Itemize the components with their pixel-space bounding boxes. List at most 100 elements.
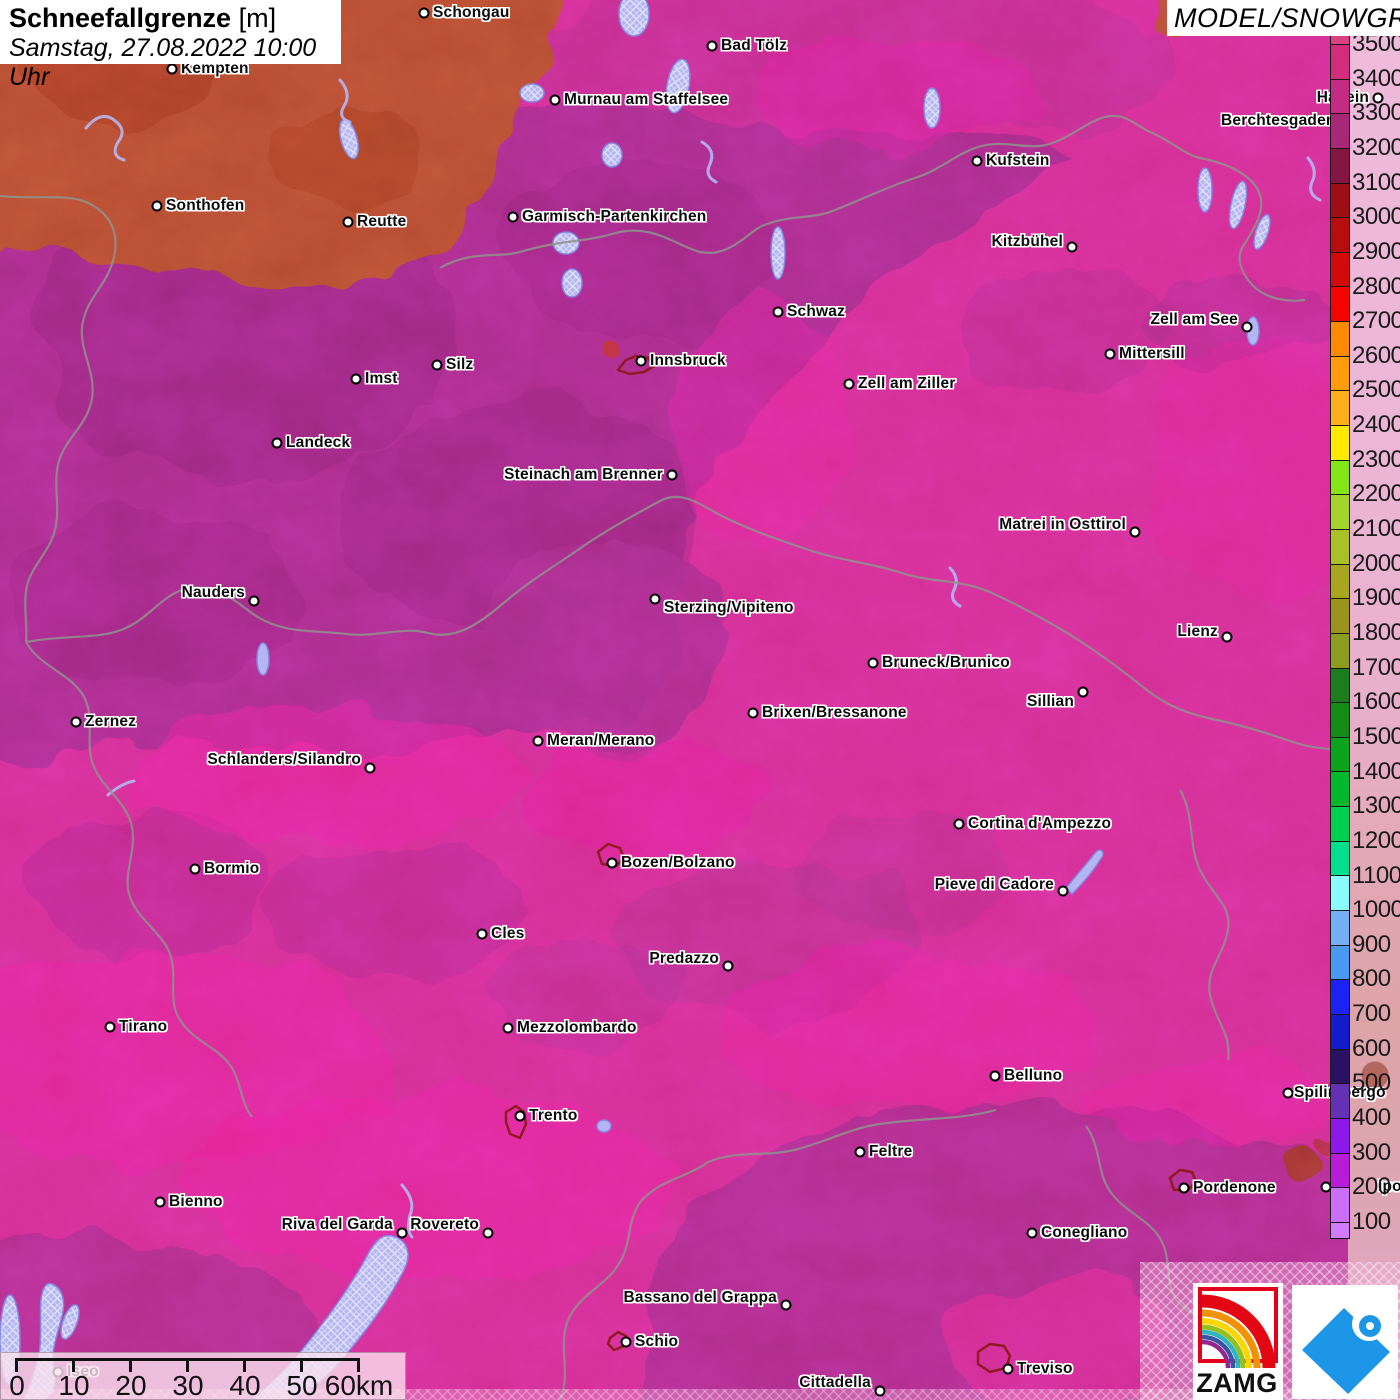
colorbar-segment: [1331, 1119, 1349, 1154]
city-label: Zell am Ziller: [858, 375, 956, 393]
colorbar-tick-label: 1100: [1352, 862, 1400, 890]
city-dot: [954, 819, 965, 830]
city-dot: [1130, 527, 1141, 538]
colorbar-tick-label: 1800: [1352, 619, 1400, 647]
city-label: Matrei in Osttirol: [999, 516, 1126, 534]
city-dot: [1105, 349, 1116, 360]
colorbar-segment: [1331, 738, 1349, 773]
city-label: Lienz: [1177, 623, 1218, 641]
city-label: Berchtesgaden: [1221, 112, 1336, 130]
city-label: Trento: [529, 1107, 578, 1125]
city-dot: [707, 41, 718, 52]
colorbar-segment: [1331, 149, 1349, 184]
city-dot: [844, 379, 855, 390]
city-dot: [365, 763, 376, 774]
title-parameter: Schneefallgrenze: [9, 3, 231, 33]
city-label: Reutte: [357, 213, 406, 231]
colorbar-tick-label: 2500: [1352, 376, 1400, 404]
city-dot: [748, 708, 759, 719]
colorbar-tick-label: 2800: [1352, 273, 1400, 301]
colorbar-tick-label: 2200: [1352, 480, 1400, 508]
city-label: Schlanders/Silandro: [207, 751, 361, 769]
city-dot: [397, 1228, 408, 1239]
city-label: Mezzolombardo: [517, 1019, 637, 1037]
city-dot: [515, 1111, 526, 1122]
colorbar-segment: [1331, 980, 1349, 1015]
colorbar-segment: [1331, 80, 1349, 115]
colorbar-segment: [1331, 218, 1349, 253]
city-dot: [1242, 322, 1253, 333]
city-dot: [503, 1023, 514, 1034]
colorbar-tick-label: 1200: [1352, 827, 1400, 855]
city-dot: [483, 1228, 494, 1239]
colorbar-tick-label: 1000: [1352, 896, 1400, 924]
colorbar-tick-label: 2100: [1352, 515, 1400, 543]
colorbar-tick-label: 3100: [1352, 169, 1400, 197]
colorbar-segment: [1331, 911, 1349, 946]
colorbar-segment: [1331, 634, 1349, 669]
colorbar-segment: [1331, 1154, 1349, 1189]
city-label: Bienno: [169, 1193, 223, 1211]
city-label: Sillian: [1027, 693, 1074, 711]
city-dot: [533, 736, 544, 747]
colorbar-segment: [1331, 45, 1349, 80]
colorbar-tick-label: 3300: [1352, 99, 1400, 127]
colorbar-segment: [1331, 357, 1349, 392]
city-dot: [71, 717, 82, 728]
colorbar-tick-label: 1400: [1352, 758, 1400, 786]
colorbar-tick-label: 800: [1352, 965, 1391, 993]
colorbar-tick-label: 1700: [1352, 654, 1400, 682]
city-dot: [508, 212, 519, 223]
city-label: Sonthofen: [166, 197, 244, 215]
city-label: Schio: [635, 1333, 678, 1351]
city-label: Landeck: [286, 434, 350, 452]
city-dot: [1222, 632, 1233, 643]
city-label: Cortina d'Ampezzo: [968, 815, 1111, 833]
colorbar-tick-label: 2300: [1352, 446, 1400, 474]
city-dot: [1027, 1228, 1038, 1239]
scalebar-tick-label: 60km: [309, 1370, 409, 1400]
city-label: Garmisch-Partenkirchen: [522, 208, 706, 226]
model-label-box: MODEL/SNOWGRiD: [1167, 0, 1400, 36]
city-label: Bruneck/Brunico: [882, 654, 1010, 672]
city-dot: [972, 156, 983, 167]
city-label: Feltre: [869, 1143, 912, 1161]
colorbar-tick-label: 600: [1352, 1035, 1391, 1063]
colorbar-segment: [1331, 703, 1349, 738]
city-label: Bozen/Bolzano: [621, 854, 735, 872]
city-dot: [1179, 1183, 1190, 1194]
colorbar-segment: [1331, 391, 1349, 426]
city-label: Kitzbühel: [991, 233, 1063, 251]
colorbar-segment: [1331, 807, 1349, 842]
city-dot: [723, 961, 734, 972]
city-dot: [249, 596, 260, 607]
city-dot: [773, 307, 784, 318]
colorbar-tick-label: 900: [1352, 931, 1391, 959]
city-label: Kufstein: [986, 152, 1050, 170]
city-label: Rovereto: [410, 1216, 479, 1234]
city-dot: [875, 1386, 886, 1397]
colorbar-tick-label: 200: [1352, 1173, 1391, 1201]
city-label: Pieve di Cadore: [935, 876, 1054, 894]
colorbar-tick-label: 1900: [1352, 584, 1400, 612]
city-dot: [477, 929, 488, 940]
city-dot: [1283, 1088, 1294, 1099]
city-dot: [432, 360, 443, 371]
city-label: Cles: [491, 925, 525, 943]
city-label: Schongau: [433, 4, 510, 22]
title-unit: [m]: [231, 3, 276, 33]
snowgrid-map-screenshot: SchongauBad TölzKemptenMurnau am Staffel…: [0, 0, 1400, 1400]
colorbar-tick-label: 3200: [1352, 134, 1400, 162]
city-dot: [1058, 886, 1069, 897]
city-label: Zell am See: [1151, 311, 1239, 329]
colorbar-segment: [1331, 876, 1349, 911]
colorbar-tick-label: 2900: [1352, 238, 1400, 266]
colorbar-tick-label: 500: [1352, 1069, 1391, 1097]
city-dot: [1078, 687, 1089, 698]
colorbar-segment: [1331, 495, 1349, 530]
colorbar-tick-label: 3000: [1352, 203, 1400, 231]
distance-scalebar: 0102030405060km: [0, 1352, 406, 1400]
city-label: Steinach am Brenner: [504, 466, 663, 484]
colorbar-segment: [1331, 322, 1349, 357]
city-dot: [550, 95, 561, 106]
